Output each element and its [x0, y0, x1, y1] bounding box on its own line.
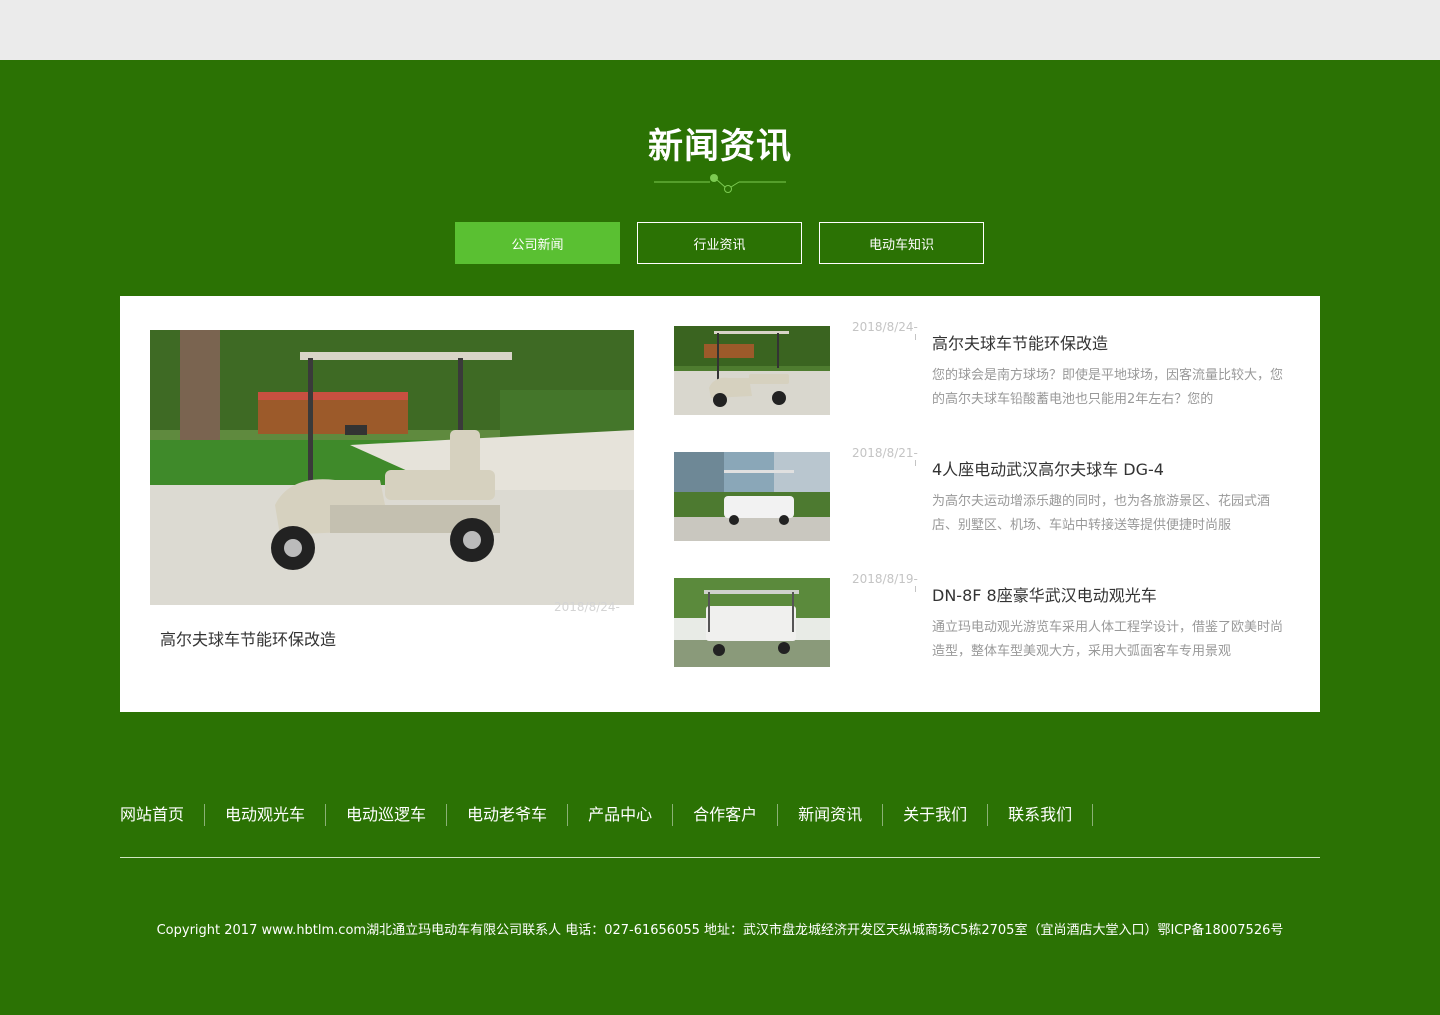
featured-title[interactable]: 高尔夫球车节能环保改造	[160, 626, 336, 650]
title-divider-icon	[654, 174, 786, 193]
news-date: 2018/8/24-	[852, 320, 918, 334]
news-thumbnail[interactable]	[674, 326, 830, 415]
news-title[interactable]: DN-8F 8座豪华武汉电动观光车	[932, 582, 1157, 606]
news-description: 您的球会是南方球场？即使是平地球场，因客流量比较大，您的高尔夫球车铅酸蓄电池也只…	[932, 368, 1284, 407]
tab-ev-knowledge[interactable]: 电动车知识	[819, 222, 984, 264]
news-item[interactable]: 2018/8/19- DN-8F 8座豪华武汉电动观光车 通立玛电动观光游览车采…	[674, 572, 1294, 668]
news-description: 为高尔夫运动增添乐趣的同时，也为各旅游景区、花园式酒店、别墅区、机场、车站中转接…	[932, 494, 1271, 533]
section-title: 新闻资讯	[647, 127, 792, 167]
featured-image[interactable]	[150, 330, 634, 605]
footer-divider	[120, 857, 1320, 858]
footer-link-news[interactable]: 新闻资讯	[778, 804, 884, 826]
footer-link-partners[interactable]: 合作客户	[673, 804, 779, 826]
date-tick	[915, 334, 916, 340]
news-item[interactable]: 2018/8/24- 高尔夫球车节能环保改造 您的球会是南方球场？即使是平地球场…	[674, 320, 1294, 416]
footer-link-sightseeing-car[interactable]: 电动观光车	[205, 804, 327, 826]
tab-company-news[interactable]: 公司新闻	[455, 222, 620, 264]
news-item[interactable]: 2018/8/21- 4人座电动武汉高尔夫球车 DG-4 为高尔夫运动增添乐趣的…	[674, 446, 1294, 542]
news-title[interactable]: 高尔夫球车节能环保改造	[932, 330, 1108, 354]
news-date: 2018/8/19-	[852, 572, 918, 586]
news-thumbnail[interactable]	[674, 452, 830, 541]
footer-link-products[interactable]: 产品中心	[568, 804, 674, 826]
news-title[interactable]: 4人座电动武汉高尔夫球车 DG-4	[932, 456, 1164, 480]
footer-link-vintage-car[interactable]: 电动老爷车	[447, 804, 569, 826]
tab-industry-news[interactable]: 行业资讯	[637, 222, 802, 264]
copyright-text: Copyright 2017 www.hbtlm.com湖北通立玛电动车有限公司…	[156, 923, 1284, 938]
news-thumbnail[interactable]	[674, 578, 830, 667]
footer-link-contact[interactable]: 联系我们	[988, 804, 1094, 826]
footer-link-patrol-car[interactable]: 电动巡逻车	[326, 804, 448, 826]
news-description: 通立玛电动观光游览车采用人体工程学设计，借鉴了欧美时尚造型，整体车型美观大方，采…	[932, 620, 1284, 659]
date-tick	[915, 460, 916, 466]
date-tick	[915, 586, 916, 592]
featured-date: 2018/8/24-	[554, 600, 620, 614]
news-date: 2018/8/21-	[852, 446, 918, 460]
footer-link-home[interactable]: 网站首页	[120, 804, 206, 826]
footer-nav: 网站首页 电动观光车 电动巡逻车 电动老爷车 产品中心 合作客户 新闻资讯 关于…	[120, 804, 1094, 826]
news-panel: 2018/8/24- 高尔夫球车节能环保改造 2018/8/24- 高尔夫球车节…	[120, 296, 1320, 712]
footer-link-about[interactable]: 关于我们	[883, 804, 989, 826]
top-bar	[0, 0, 1440, 60]
news-tabs: 公司新闻 行业资讯 电动车知识	[455, 222, 984, 264]
